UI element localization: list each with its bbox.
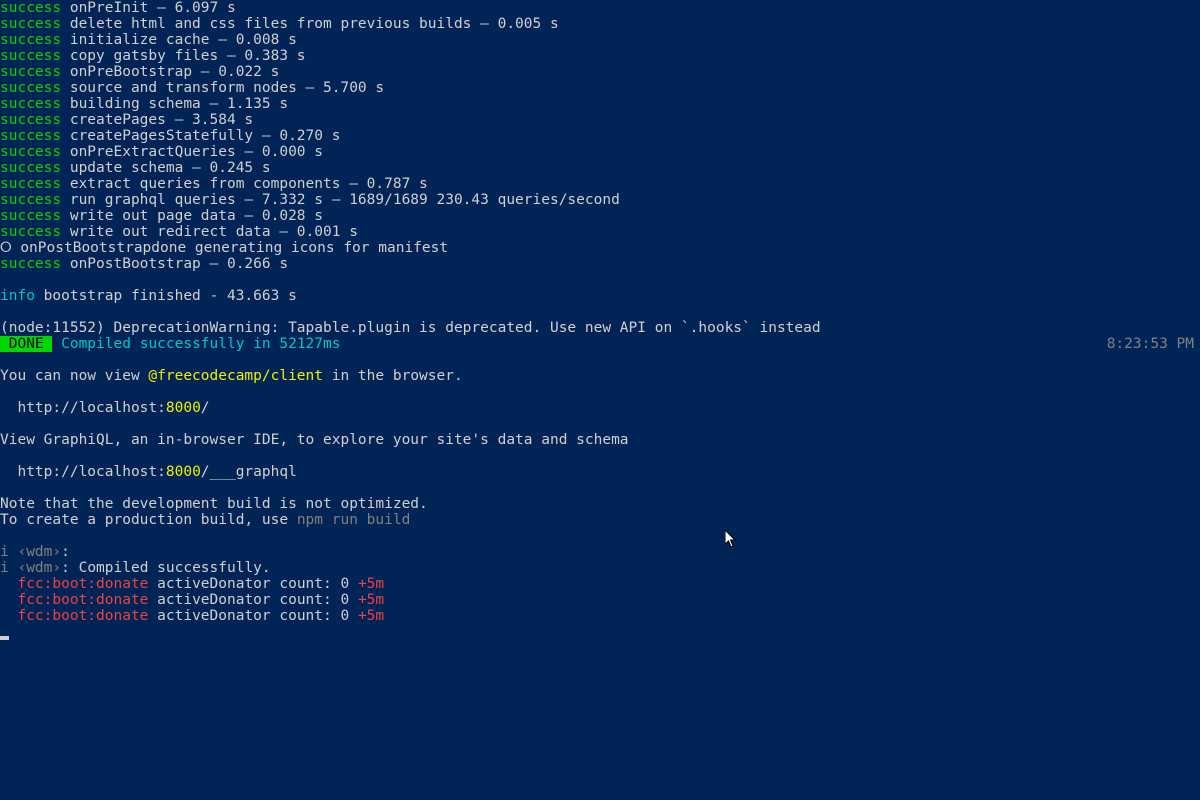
status-success: success: [0, 16, 61, 32]
donate-age: +5m: [358, 576, 384, 592]
terminal-output: success onPreInit — 6.097 s success dele…: [0, 0, 1200, 336]
step-text: copy gatsby files — 0.383 s: [61, 48, 305, 64]
deprecation-warning: (node:11552) DeprecationWarning: Tapable…: [0, 320, 821, 336]
step-text: onPreExtractQueries — 0.000 s: [61, 144, 323, 160]
step-text: onPreBootstrap — 0.022 s: [61, 64, 279, 80]
bootstrap-finished: bootstrap finished - 43.663 s: [35, 288, 297, 304]
wdm-tag: ‹wdm›: [9, 544, 61, 560]
timestamp: 8:23:53 PM: [1107, 336, 1200, 352]
donate-tag: fcc:boot:donate: [17, 576, 148, 592]
status-success: success: [0, 224, 61, 240]
donate-msg: activeDonator count: 0: [148, 608, 358, 624]
graphiql-url-post: /___graphql: [201, 464, 297, 480]
step-text: createPagesStatefully — 0.270 s: [61, 128, 340, 144]
status-success: success: [0, 48, 61, 64]
donate-msg: activeDonator count: 0: [148, 592, 358, 608]
status-success: success: [0, 128, 61, 144]
donate-tag: fcc:boot:donate: [17, 592, 148, 608]
status-success: success: [0, 96, 61, 112]
status-success: success: [0, 80, 61, 96]
status-success: success: [0, 112, 61, 128]
donate-msg: activeDonator count: 0: [148, 576, 358, 592]
npm-run-build-cmd: npm run build: [297, 512, 411, 528]
status-success: success: [0, 256, 61, 272]
donate-tag: fcc:boot:donate: [17, 608, 148, 624]
status-info: info: [0, 288, 35, 304]
note-prod-pre: To create a production build, use: [0, 512, 297, 528]
status-done-badge: DONE: [0, 336, 52, 352]
wdm-msg: :: [61, 544, 70, 560]
local-url-post: /: [201, 400, 210, 416]
view-prefix: You can now view: [0, 368, 148, 384]
step-text: update schema — 0.245 s: [61, 160, 271, 176]
status-success: success: [0, 208, 61, 224]
local-url-port: 8000: [166, 400, 201, 416]
graphiql-hint: View GraphiQL, an in-browser IDE, to exp…: [0, 432, 629, 448]
step-text: initialize cache — 0.008 s: [61, 32, 297, 48]
step-text: source and transform nodes — 5.700 s: [61, 80, 384, 96]
status-success: success: [0, 64, 61, 80]
status-success: success: [0, 176, 61, 192]
terminal-cursor[interactable]: [0, 636, 9, 640]
view-suffix: in the browser.: [323, 368, 463, 384]
step-text: onPostBootstrap — 0.266 s: [61, 256, 288, 272]
wdm-msg: : Compiled successfully.: [61, 560, 271, 576]
step-text: createPages — 3.584 s: [61, 112, 253, 128]
wdm-prefix-icon: i: [0, 544, 9, 560]
status-success: success: [0, 32, 61, 48]
step-text: write out redirect data — 0.001 s: [61, 224, 358, 240]
local-url-pre: http://localhost:: [0, 400, 166, 416]
step-text: building schema — 1.135 s: [61, 96, 288, 112]
graphiql-url-pre: http://localhost:: [0, 464, 166, 480]
status-success: success: [0, 192, 61, 208]
step-text: extract queries from components — 0.787 …: [61, 176, 428, 192]
note-dev: Note that the development build is not o…: [0, 496, 428, 512]
package-name: @freecodecamp/client: [148, 368, 323, 384]
terminal-output-tail: You can now view @freecodecamp/client in…: [0, 352, 1200, 640]
step-text: run graphql queries — 7.332 s — 1689/168…: [61, 192, 620, 208]
donate-age: +5m: [358, 592, 384, 608]
step-text: onPreInit — 6.097 s: [61, 0, 236, 16]
step-text: delete html and css files from previous …: [61, 16, 559, 32]
donate-age: +5m: [358, 608, 384, 624]
done-row: DONE Compiled successfully in 52127ms 8:…: [0, 336, 1200, 352]
wdm-prefix-icon: i: [0, 560, 9, 576]
done-message: Compiled successfully in 52127ms: [52, 336, 340, 352]
status-success: success: [0, 160, 61, 176]
manifest-line: ⭘ onPostBootstrapdone generating icons f…: [0, 240, 448, 256]
wdm-tag: ‹wdm›: [9, 560, 61, 576]
step-text: write out page data — 0.028 s: [61, 208, 323, 224]
status-success: success: [0, 0, 61, 16]
status-success: success: [0, 144, 61, 160]
graphiql-url-port: 8000: [166, 464, 201, 480]
